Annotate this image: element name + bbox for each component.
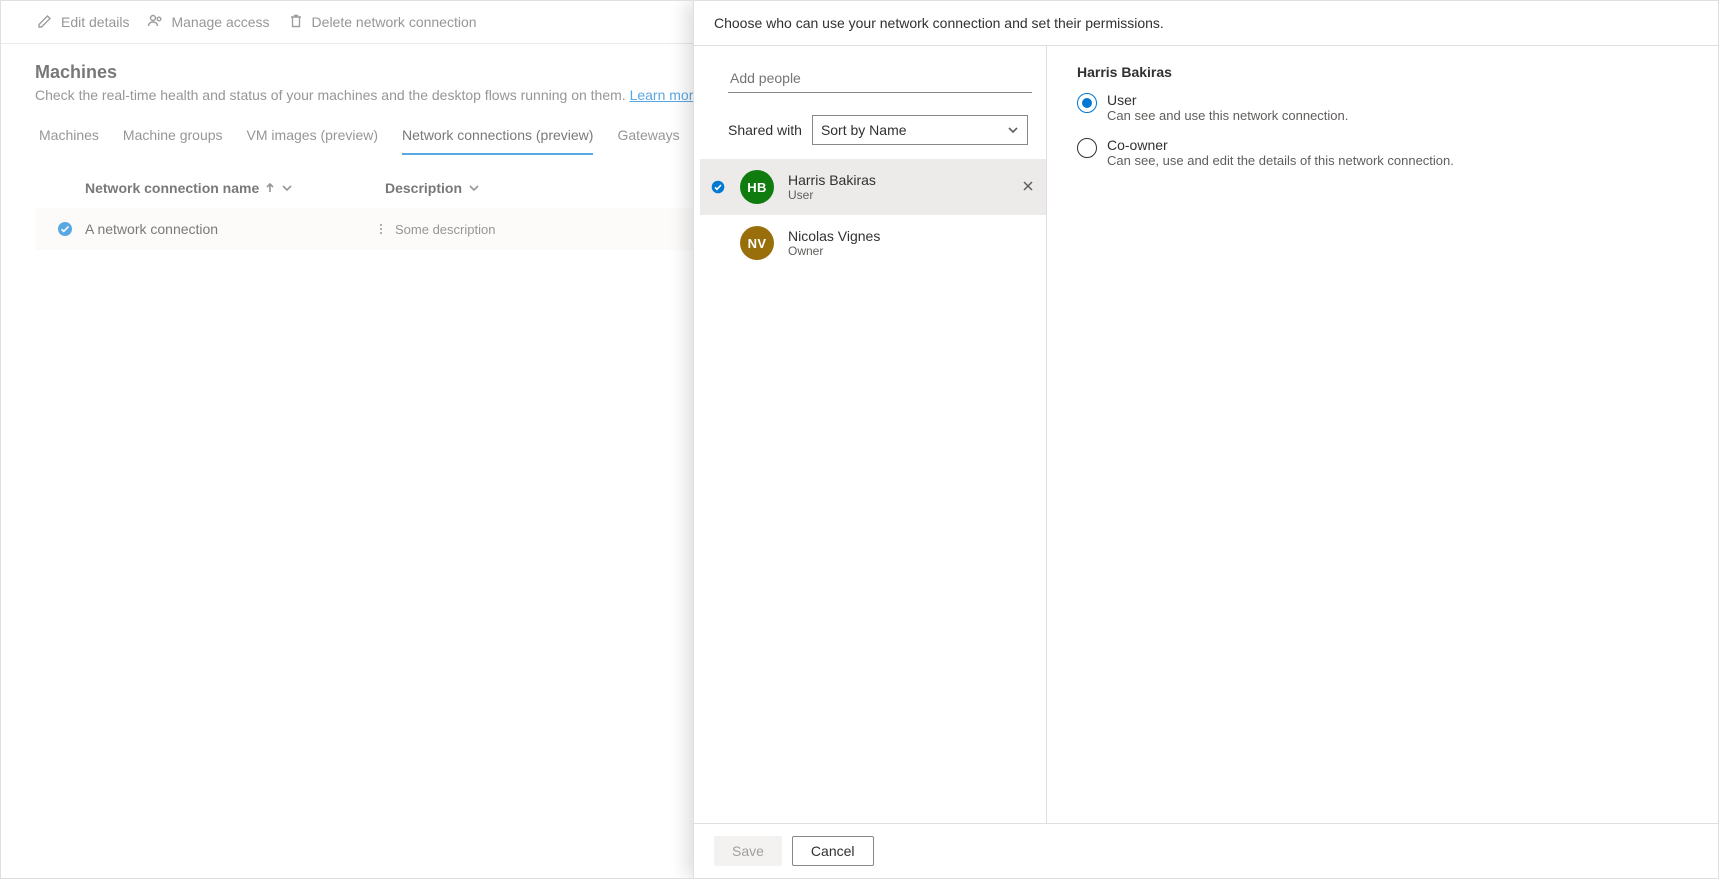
- person-role: Owner: [788, 244, 1034, 258]
- person-row-nicolas[interactable]: NV Nicolas Vignes Owner: [700, 215, 1046, 271]
- panel-header: Choose who can use your network connecti…: [694, 1, 1718, 46]
- people-list: HB Harris Bakiras User NV Nico: [700, 159, 1046, 271]
- remove-person-button[interactable]: [1022, 179, 1034, 195]
- permissions-title: Harris Bakiras: [1077, 64, 1698, 80]
- avatar: HB: [740, 170, 774, 204]
- permission-coowner-desc: Can see, use and edit the details of thi…: [1107, 153, 1454, 168]
- panel-footer: Save Cancel: [694, 823, 1718, 878]
- save-button[interactable]: Save: [714, 836, 782, 866]
- person-role: User: [788, 188, 1008, 202]
- panel-right-column: Harris Bakiras User Can see and use this…: [1047, 46, 1718, 823]
- panel-left-column: Shared with Sort by Name HB Harris Bakir…: [694, 46, 1047, 823]
- sort-dropdown-value: Sort by Name: [821, 122, 907, 138]
- sort-dropdown[interactable]: Sort by Name: [812, 115, 1028, 145]
- radio-icon: [1077, 138, 1097, 158]
- person-row-harris[interactable]: HB Harris Bakiras User: [700, 159, 1046, 215]
- shared-with-label: Shared with: [728, 122, 802, 138]
- avatar: NV: [740, 226, 774, 260]
- person-name: Nicolas Vignes: [788, 228, 1034, 244]
- permission-user-radio[interactable]: User Can see and use this network connec…: [1077, 92, 1698, 123]
- permission-user-label: User: [1107, 92, 1348, 108]
- cancel-button[interactable]: Cancel: [792, 836, 874, 866]
- chevron-down-icon: [1007, 124, 1019, 136]
- person-selected-icon: [710, 180, 726, 194]
- person-name: Harris Bakiras: [788, 172, 1008, 188]
- radio-icon: [1077, 93, 1097, 113]
- permission-coowner-radio[interactable]: Co-owner Can see, use and edit the detai…: [1077, 137, 1698, 168]
- add-people-input[interactable]: [728, 64, 1032, 93]
- permission-user-desc: Can see and use this network connection.: [1107, 108, 1348, 123]
- share-panel: Choose who can use your network connecti…: [693, 1, 1718, 878]
- permission-coowner-label: Co-owner: [1107, 137, 1454, 153]
